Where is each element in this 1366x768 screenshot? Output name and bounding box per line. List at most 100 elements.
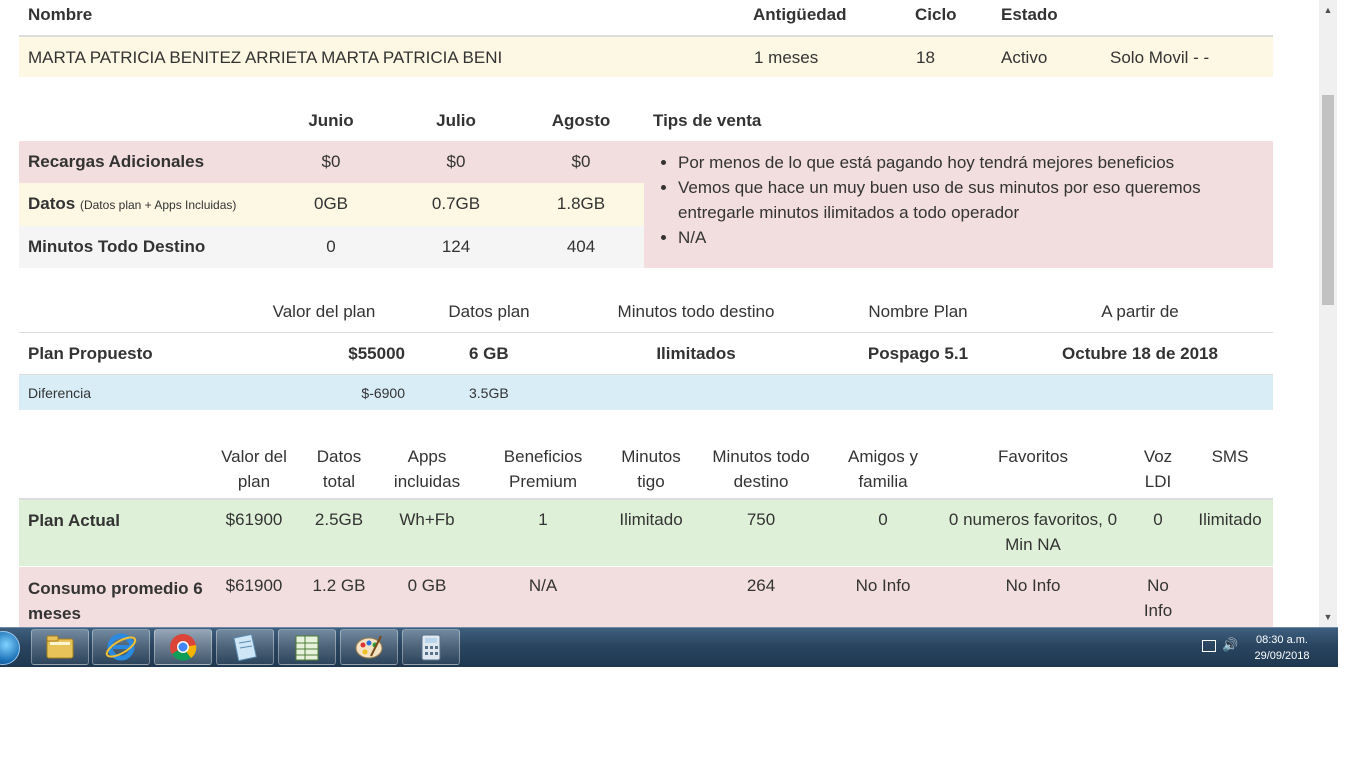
header-line: plan (237, 472, 271, 491)
sales-tips: Por menos de lo que está pagando hoy ten… (644, 141, 1273, 268)
plan-cell: 0 numeros favoritos, 0 Min NA (948, 510, 1118, 554)
row-value: 1.8GB (556, 194, 606, 213)
current-plan-header: Minutos todo destino (701, 444, 821, 494)
header-line: SMS (1211, 447, 1249, 466)
row-label: Datos (28, 194, 76, 213)
month-header: Junio (308, 111, 354, 130)
header-line: Minutos (621, 447, 681, 466)
customer-row: MARTA PATRICIA BENITEZ ARRIETA MARTA PAT… (19, 37, 1273, 77)
header-line: Voz (1143, 447, 1173, 466)
paint-button[interactable] (340, 629, 398, 665)
spreadsheet-icon (295, 635, 319, 661)
proposed-valor: $55000 (348, 344, 405, 363)
internet-explorer-icon (105, 633, 137, 661)
plan-cell: No Info (1005, 576, 1061, 595)
plan-cell: 2.5GB (314, 510, 364, 529)
tip-item: Por menos de lo que está pagando hoy ten… (678, 150, 1273, 175)
proposed-header-minutos: Minutos todo destino (617, 302, 775, 321)
plan-cell: N/A (528, 576, 558, 595)
header-line: Beneficios (503, 447, 583, 466)
current-plan-row: Plan Actual $61900 2.5GB Wh+Fb 1 Ilimitado 75… (19, 500, 1273, 566)
windows-taskbar: 🔊 08:30 a.m. 29/09/2018 (0, 627, 1338, 667)
clock-time: 08:30 a.m. (1256, 634, 1308, 646)
proposed-minutos: Ilimitados (656, 344, 736, 363)
plan-cell: 1.2 GB (312, 576, 366, 595)
tip-item: Vemos que hace un muy buen uso de sus mi… (678, 175, 1273, 225)
proposed-header-valor: Valor del plan (272, 302, 376, 321)
plan-cell: 0 GB (407, 576, 447, 595)
plan-cell: 750 (746, 510, 776, 529)
current-plan-header: Amigos y familia (833, 444, 933, 494)
current-plan-header: Beneficios Premium (493, 444, 593, 494)
row-value: $0 (571, 152, 591, 171)
average-consumption-label: Consumo promedio 6 meses (28, 579, 203, 623)
header-line: Valor del (221, 447, 287, 466)
spreadsheet-button[interactable] (278, 629, 336, 665)
network-icon[interactable] (1202, 640, 1216, 652)
row-label: Minutos Todo Destino (28, 237, 206, 256)
internet-explorer-button[interactable] (92, 629, 150, 665)
month-header: Julio (436, 111, 476, 130)
notepad-button[interactable] (216, 629, 274, 665)
consumption-row: Datos (Datos plan + Apps Incluidas) 0GB … (19, 183, 644, 226)
row-value: 0 (326, 237, 336, 256)
current-plan-header: Voz LDI (1137, 444, 1179, 494)
header-line: Amigos y (848, 447, 918, 466)
header-line: tigo (637, 472, 665, 491)
row-value: $0 (446, 152, 466, 171)
consumption-row: Recargas Adicionales $0 $0 $0 (19, 141, 644, 183)
chrome-icon (170, 634, 197, 661)
row-value: 0.7GB (431, 194, 481, 213)
scroll-down-arrow-icon[interactable]: ▼ (1322, 611, 1334, 623)
difference-row: Diferencia $-6900 3.5GB (19, 375, 1273, 410)
row-value: 124 (441, 237, 471, 256)
header-line: Minutos todo (712, 447, 810, 466)
header-line: Premium (508, 472, 577, 491)
proposed-header-nombre: Nombre Plan (868, 302, 968, 321)
header-line: Datos (316, 447, 362, 466)
volume-icon[interactable]: 🔊 (1222, 637, 1238, 653)
month-header: Agosto (551, 111, 611, 130)
header-line: Favoritos (998, 447, 1068, 466)
calculator-button[interactable] (402, 629, 460, 665)
plan-cell: 264 (746, 576, 776, 595)
header-ciclo: Ciclo (915, 5, 957, 24)
scrollbar-thumb[interactable] (1322, 95, 1334, 305)
plan-cell: 1 (538, 510, 548, 529)
customer-estado: Activo (1001, 48, 1048, 67)
chrome-button[interactable] (154, 629, 212, 665)
difference-datos: 3.5GB (469, 385, 509, 401)
row-note: (Datos plan + Apps Incluidas) (79, 198, 237, 212)
header-line: Apps (407, 447, 447, 466)
average-consumption-row: Consumo promedio 6 meses $61900 1.2 GB 0 G… (19, 567, 1273, 627)
current-plan-header: SMS (1189, 444, 1271, 469)
row-label: Recargas Adicionales (28, 152, 205, 171)
header-line: total (322, 472, 356, 491)
clock[interactable]: 08:30 a.m. 29/09/2018 (1242, 632, 1322, 664)
current-plan-header: Favoritos (944, 444, 1122, 469)
folder-icon (46, 635, 74, 659)
customer-ciclo: 18 (916, 48, 935, 67)
proposed-label: Plan Propuesto (28, 344, 153, 363)
plan-cell: Wh+Fb (399, 510, 455, 529)
calculator-icon (421, 634, 441, 661)
proposed-header-desde: A partir de (1101, 302, 1179, 321)
file-explorer-button[interactable] (31, 629, 89, 665)
clock-date: 29/09/2018 (1254, 650, 1310, 662)
header-name: Nombre (28, 5, 93, 24)
customer-antiguedad: 1 meses (754, 48, 819, 67)
difference-valor: $-6900 (361, 385, 405, 401)
current-plan-header: Apps incluidas (382, 444, 472, 494)
proposed-plan-name: Pospago 5.1 (867, 344, 969, 363)
header-line: familia (858, 472, 908, 491)
scroll-up-arrow-icon[interactable]: ▲ (1322, 4, 1334, 16)
plan-cell: 0 (1153, 510, 1163, 529)
proposed-start-date: Octubre 18 de 2018 (1062, 344, 1218, 363)
header-estado: Estado (1001, 5, 1058, 24)
header-antiguedad: Antigüedad (753, 5, 847, 24)
current-plan-label: Plan Actual (28, 511, 120, 530)
plan-cell: 0 (878, 510, 888, 529)
proposed-header-datos: Datos plan (448, 302, 530, 321)
plan-cell: $61900 (225, 510, 283, 529)
start-orb-icon[interactable] (0, 631, 20, 665)
